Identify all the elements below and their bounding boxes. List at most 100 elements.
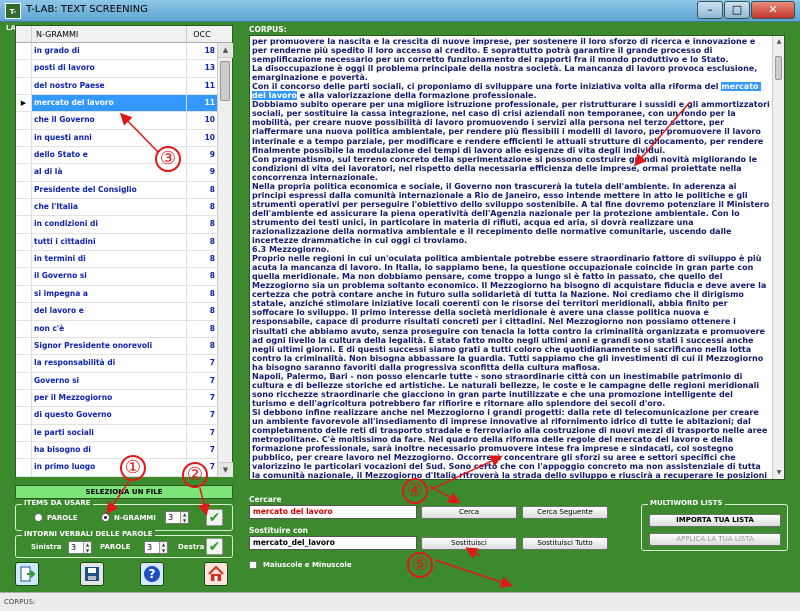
table-row[interactable]: che il Governo 10 [16,112,218,130]
occ-cell[interactable]: 13 [187,60,218,76]
occ-cell[interactable]: 7 [187,425,218,441]
row-selector[interactable] [16,181,32,199]
table-row[interactable]: per il Mezzogiorno 7 [16,389,218,408]
corpus-scrollbar[interactable]: ▲ ▼ [772,36,784,479]
ngram-cell[interactable]: di questo Governo [32,407,187,424]
ngram-cell[interactable]: in condizioni di [32,216,187,233]
occ-cell[interactable]: 11 [187,78,218,94]
row-selector[interactable] [16,199,32,216]
ngram-cell[interactable]: che l'Italia [32,199,187,216]
table-row[interactable]: non c'è 8 [16,320,218,338]
ngram-size-input[interactable] [166,512,180,523]
ngram-cell[interactable]: ha bisogno di [32,441,187,459]
close-button[interactable]: ✕ [751,1,795,19]
ngram-cell[interactable]: tutti i cittadini [32,233,187,251]
table-row[interactable]: che l'Italia 8 [16,199,218,217]
row-selector[interactable] [16,43,32,60]
row-selector[interactable] [16,372,32,389]
help-icon[interactable]: ? [140,562,164,586]
ngram-cell[interactable]: Signor Presidente onorevoli [32,337,187,355]
ngram-cell[interactable]: non c'è [32,320,187,337]
row-selector[interactable] [16,407,32,424]
apply-items-checkmark-icon[interactable]: ✔ [206,509,223,526]
row-selector[interactable] [16,441,32,459]
ngram-cell[interactable]: che il Governo [32,112,187,129]
ngram-cell[interactable]: posti di lavoro [32,60,187,77]
table-row[interactable]: le parti sociali 7 [16,424,218,442]
search-next-button[interactable]: Cerca Seguente [522,506,608,519]
row-selector[interactable] [16,216,32,233]
ngram-size-stepper[interactable]: ▲▼ [165,511,189,524]
search-button[interactable]: Cerca [421,506,517,519]
row-selector[interactable] [16,355,32,372]
ngram-cell[interactable]: si impegna a [32,285,187,303]
table-row[interactable]: al di là 9 [16,164,218,182]
occ-cell[interactable]: 7 [187,390,218,406]
ngram-cell[interactable]: per il Mezzogiorno [32,389,187,407]
table-row[interactable]: ▶ mercato del lavoro 11 [16,95,218,113]
occ-cell[interactable]: 7 [187,407,218,423]
case-sensitive-box[interactable] [249,561,257,569]
ngram-cell[interactable]: del lavoro e [32,303,187,320]
row-selector[interactable] [16,337,32,355]
table-row[interactable]: in termini di 8 [16,251,218,269]
radio-ngrams-dot[interactable] [101,513,110,522]
ngram-cell[interactable]: in grado di [32,43,187,60]
row-selector[interactable] [16,320,32,337]
column-header-ngram[interactable]: N-GRAMMI [32,26,187,42]
occ-cell[interactable]: 18 [187,43,218,59]
table-row[interactable]: in grado di 18 [16,43,218,61]
apply-context-checkmark-icon[interactable]: ✔ [206,538,223,555]
left-context-input[interactable] [69,542,83,553]
import-list-button[interactable]: IMPORTA TUA LISTA [649,514,781,527]
table-row[interactable]: di questo Governo 7 [16,407,218,425]
row-selector[interactable] [16,60,32,77]
case-sensitive-checkbox[interactable]: Maiuscole e Minuscole [249,561,352,569]
ngram-table-scrollbar[interactable]: ▲ ▼ [217,43,233,477]
corpus-scroll-thumb[interactable] [775,56,782,80]
left-context-spin-arrows-icon[interactable]: ▲ ▼ [83,542,91,553]
ngram-cell[interactable]: il Governo si [32,268,187,285]
scroll-thumb[interactable] [220,61,230,101]
table-row[interactable]: Governo si 7 [16,372,218,390]
save-icon[interactable] [80,562,104,586]
row-selector[interactable] [16,459,32,476]
row-selector[interactable] [16,77,32,95]
ngram-size-spin-arrows-icon[interactable]: ▲ ▼ [180,512,188,523]
radio-ngrams[interactable]: N-GRAMMI [101,513,156,522]
row-selector[interactable] [16,303,32,320]
ngram-cell[interactable]: in primo luogo [32,459,187,476]
row-selector[interactable] [16,424,32,441]
right-context-stepper[interactable]: ▲▼ [144,541,168,554]
table-row[interactable]: del lavoro e8 [16,303,218,321]
occ-cell[interactable]: 8 [187,216,218,232]
occ-cell[interactable]: 10 [187,112,218,128]
occ-cell[interactable]: 7 [187,355,218,371]
row-selector[interactable] [16,147,32,164]
row-selector[interactable] [16,129,32,147]
table-row[interactable]: in questi anni 10 [16,129,218,148]
corpus-text[interactable]: per promuovere la nascita e la crescita … [252,37,770,479]
table-row[interactable]: Presidente del Consiglio 8 [16,181,218,200]
ngram-cell[interactable]: del nostro Paese [32,77,187,95]
table-row[interactable]: in condizioni di 8 [16,216,218,234]
scroll-down-arrow-icon[interactable]: ▼ [218,462,233,477]
exit-icon[interactable] [15,562,39,586]
occ-cell[interactable]: 7 [187,442,218,458]
occ-cell[interactable]: 8 [187,303,218,319]
occ-cell[interactable]: 9 [187,164,218,180]
replace-input[interactable]: mercato_del_lavoro [249,536,417,550]
row-selector[interactable] [16,164,32,181]
table-row[interactable]: si impegna a8 [16,285,218,304]
table-row[interactable]: posti di lavoro 13 [16,60,218,78]
ngram-cell[interactable]: la responsabilità di [32,355,187,372]
ngram-cell[interactable]: Presidente del Consiglio [32,181,187,199]
corpus-scroll-up-icon[interactable]: ▲ [773,36,784,48]
row-selector[interactable]: ▶ [16,95,32,112]
ngram-cell[interactable]: le parti sociali [32,424,187,441]
find-input[interactable]: mercato del lavoro [249,505,417,519]
maximize-button[interactable]: □ [724,1,750,19]
select-file-button[interactable]: SELEZIONA UN FILE [15,485,233,499]
occ-cell[interactable]: 8 [187,286,218,302]
table-row[interactable]: dello Stato e9 [16,147,218,165]
